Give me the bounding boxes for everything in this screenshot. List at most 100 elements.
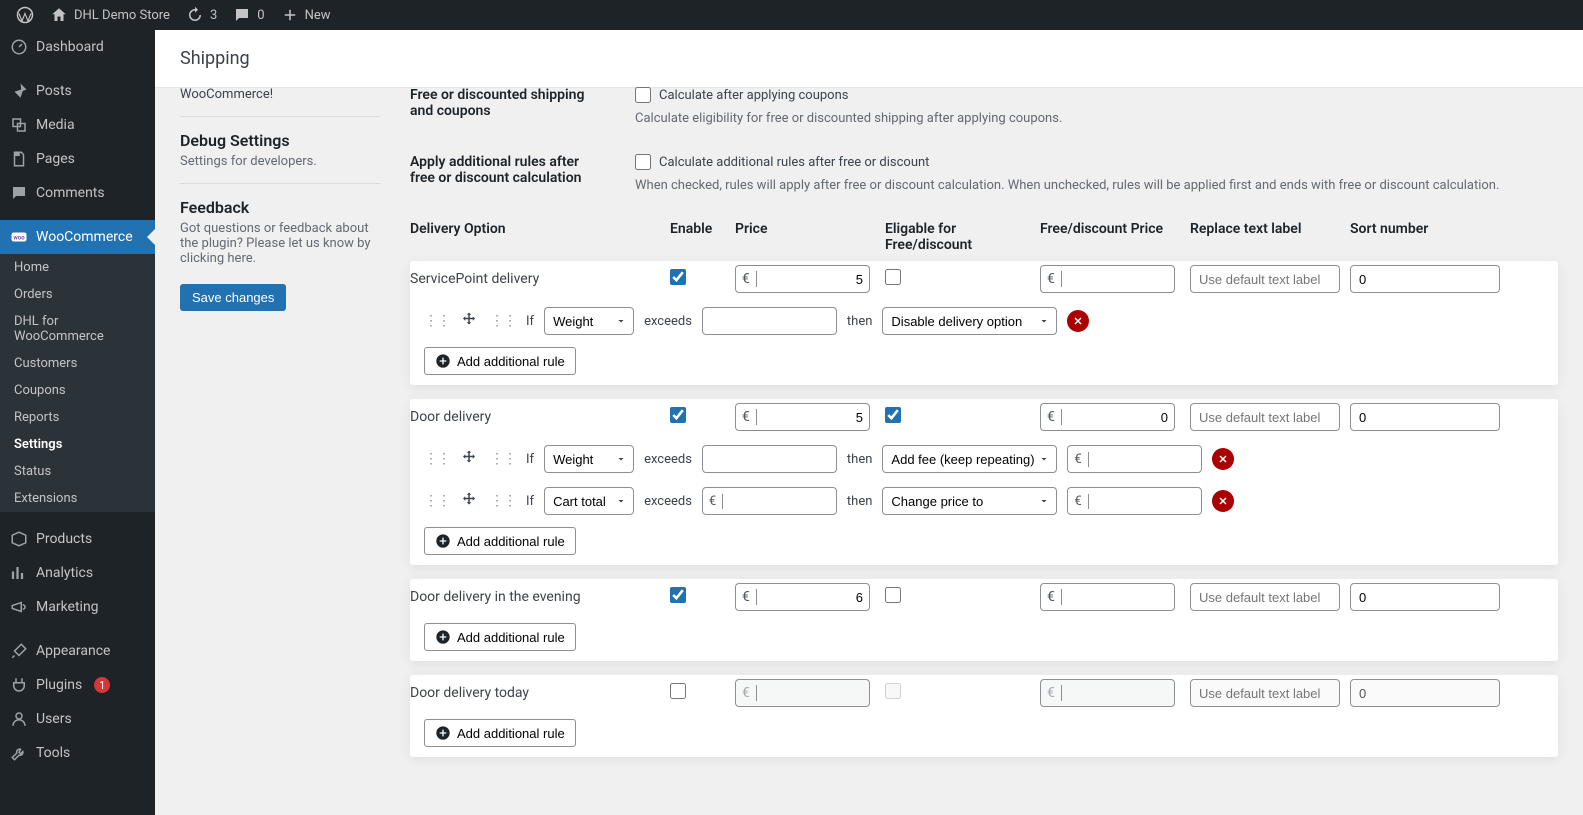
sidebar-item-posts[interactable]: Posts <box>0 74 155 108</box>
action-select[interactable]: Disable delivery optionAdd fee (keep rep… <box>882 307 1057 335</box>
sidebar-item-appearance[interactable]: Appearance <box>0 634 155 668</box>
submenu-orders[interactable]: Orders <box>0 281 155 308</box>
woo-submenu: Home Orders DHL for WooCommerce Customer… <box>0 254 155 512</box>
label-input[interactable] <box>1190 583 1340 611</box>
sidebar-item-media[interactable]: Media <box>0 108 155 142</box>
submenu-coupons[interactable]: Coupons <box>0 377 155 404</box>
free-price-input[interactable]: € <box>1040 679 1175 707</box>
eligible-checkbox[interactable] <box>885 587 901 603</box>
updates-link[interactable]: 3 <box>178 0 225 30</box>
enable-checkbox[interactable] <box>670 269 686 285</box>
condition-select[interactable]: WeightCart total <box>544 487 634 515</box>
rule-action-value-field[interactable] <box>1089 452 1203 467</box>
price-input[interactable]: € <box>735 403 870 431</box>
price-field[interactable] <box>757 680 869 706</box>
enable-checkbox[interactable] <box>670 587 686 603</box>
free-price-field[interactable] <box>1062 680 1174 706</box>
enable-checkbox[interactable] <box>670 683 686 699</box>
label-input[interactable] <box>1190 403 1340 431</box>
save-button[interactable]: Save changes <box>180 284 286 311</box>
label-input[interactable] <box>1190 265 1340 293</box>
wp-logo[interactable] <box>8 0 42 30</box>
free-price-input[interactable]: € <box>1040 583 1175 611</box>
delete-rule-button[interactable] <box>1212 490 1234 512</box>
price-field[interactable] <box>757 404 869 430</box>
move-icon[interactable] <box>460 449 480 469</box>
sidebar-item-woocommerce[interactable]: wooWooCommerce <box>0 220 155 254</box>
currency-symbol: € <box>1068 452 1088 467</box>
sidebar-item-dashboard[interactable]: Dashboard <box>0 30 155 64</box>
add-rule-button[interactable]: Add additional rule <box>424 623 576 651</box>
rule-row: ⋮⋮ ⋮⋮ If WeightCart total exceeds € then… <box>410 483 1558 519</box>
add-rule-button[interactable]: Add additional rule <box>424 719 576 747</box>
sort-input[interactable] <box>1350 403 1500 431</box>
delivery-option-block: Door delivery in the evening € € Add add… <box>410 579 1558 661</box>
price-input[interactable]: € <box>735 583 870 611</box>
drag-handle-icon[interactable]: ⋮⋮ <box>424 313 450 329</box>
sort-input[interactable] <box>1350 265 1500 293</box>
new-content-link[interactable]: New <box>273 0 339 30</box>
condition-select[interactable]: WeightCart total <box>544 445 634 473</box>
rule-value-input[interactable]: kg <box>702 307 837 335</box>
eligible-checkbox[interactable] <box>885 269 901 285</box>
submenu-settings[interactable]: Settings <box>0 431 155 458</box>
rule-value-field[interactable] <box>703 314 837 329</box>
submenu-extensions[interactable]: Extensions <box>0 485 155 512</box>
rule-value-input[interactable]: € <box>702 487 837 515</box>
free-price-input[interactable]: € <box>1040 403 1175 431</box>
drag-handle-icon[interactable]: ⋮⋮ <box>490 313 516 329</box>
drag-handle-icon[interactable]: ⋮⋮ <box>424 451 450 467</box>
sidebar-item-products[interactable]: Products <box>0 522 155 556</box>
delete-rule-button[interactable] <box>1067 310 1089 332</box>
if-label: If <box>526 314 534 329</box>
eligible-checkbox[interactable] <box>885 683 901 699</box>
rule-action-value-input[interactable]: € <box>1067 487 1202 515</box>
sort-input[interactable] <box>1350 679 1500 707</box>
sidebar-item-marketing[interactable]: Marketing <box>0 590 155 624</box>
free-price-input[interactable]: € <box>1040 265 1175 293</box>
sidebar-item-tools[interactable]: Tools <box>0 736 155 770</box>
coupons-checkbox[interactable] <box>635 87 651 103</box>
drag-handle-icon[interactable]: ⋮⋮ <box>490 493 516 509</box>
action-select[interactable]: Disable delivery optionAdd fee (keep rep… <box>882 487 1057 515</box>
delete-rule-button[interactable] <box>1212 448 1234 470</box>
enable-checkbox[interactable] <box>670 407 686 423</box>
move-icon[interactable] <box>460 311 480 331</box>
condition-select[interactable]: WeightCart total <box>544 307 634 335</box>
site-link[interactable]: DHL Demo Store <box>42 0 178 30</box>
comments-link[interactable]: 0 <box>225 0 272 30</box>
submenu-dhl[interactable]: DHL for WooCommerce <box>0 308 155 350</box>
move-icon[interactable] <box>460 491 480 511</box>
sidebar-item-plugins[interactable]: Plugins1 <box>0 668 155 702</box>
action-select[interactable]: Disable delivery optionAdd fee (keep rep… <box>882 445 1057 473</box>
eligible-checkbox[interactable] <box>885 407 901 423</box>
price-input[interactable]: € <box>735 265 870 293</box>
rule-value-input[interactable]: kg <box>702 445 837 473</box>
rules-checkbox[interactable] <box>635 154 651 170</box>
add-rule-button[interactable]: Add additional rule <box>424 347 576 375</box>
submenu-reports[interactable]: Reports <box>0 404 155 431</box>
sort-input[interactable] <box>1350 583 1500 611</box>
price-field[interactable] <box>757 266 869 292</box>
sidebar-item-comments[interactable]: Comments <box>0 176 155 210</box>
sidebar-item-users[interactable]: Users <box>0 702 155 736</box>
sidebar-item-pages[interactable]: Pages <box>0 142 155 176</box>
label-input[interactable] <box>1190 679 1340 707</box>
price-field[interactable] <box>757 584 869 610</box>
rule-value-field[interactable] <box>703 452 837 467</box>
free-price-field[interactable] <box>1062 266 1174 292</box>
submenu-status[interactable]: Status <box>0 458 155 485</box>
free-price-field[interactable] <box>1062 404 1174 430</box>
drag-handle-icon[interactable]: ⋮⋮ <box>490 451 516 467</box>
rule-action-value-field[interactable] <box>1089 494 1203 509</box>
rule-action-value-input[interactable]: € <box>1067 445 1202 473</box>
drag-handle-icon[interactable]: ⋮⋮ <box>424 493 450 509</box>
submenu-customers[interactable]: Customers <box>0 350 155 377</box>
free-price-field[interactable] <box>1062 584 1174 610</box>
rule-value-field[interactable] <box>723 494 837 509</box>
add-rule-button[interactable]: Add additional rule <box>424 527 576 555</box>
sidebar-label: Posts <box>36 83 72 99</box>
sidebar-item-analytics[interactable]: Analytics <box>0 556 155 590</box>
submenu-home[interactable]: Home <box>0 254 155 281</box>
price-input[interactable]: € <box>735 679 870 707</box>
